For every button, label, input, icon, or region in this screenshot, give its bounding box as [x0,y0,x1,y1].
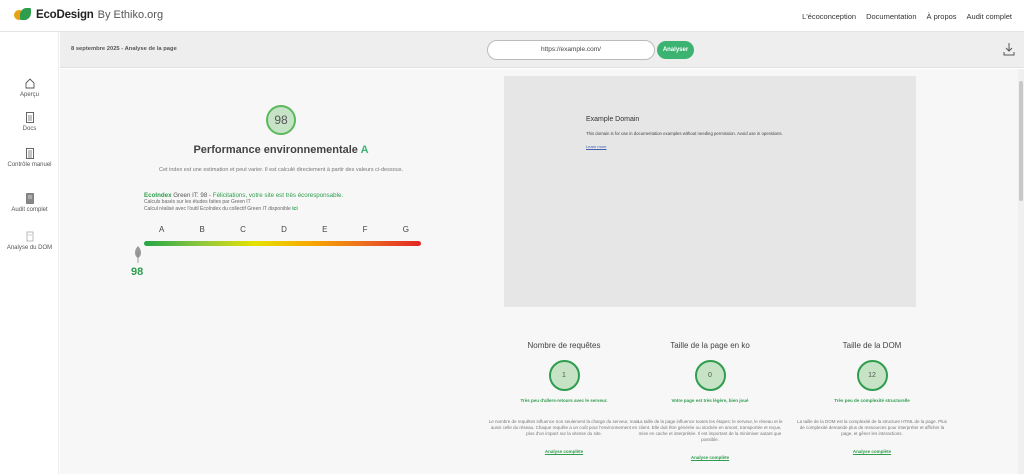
performance-title-text: Performance environnementale [193,144,358,156]
leaf-logo-icon [14,8,31,22]
sidebar-item-controle-manuel[interactable]: Contrôle manuel [0,148,59,169]
top-nav: L'écoconception Documentation À propos A… [802,12,1012,21]
scrollbar[interactable] [1018,69,1024,474]
sidebar-item-label: Docs [22,126,37,132]
grade-letter: G [402,225,409,234]
grade-letter: A [159,225,165,234]
metric-full-analysis-link[interactable]: Analyse complète [793,449,951,454]
brand-logo[interactable]: EcoDesign By Ethiko.org [14,8,163,22]
grade-letter: E [322,225,328,234]
metric-verdict: Très peu d'allers-retours avec le serveu… [520,398,608,403]
metric-full-analysis-link[interactable]: Analyse complète [631,455,789,460]
sidebar-item-docs[interactable]: Docs [0,112,59,133]
sidebar-item-label: Audit complet [11,207,48,213]
metric-title: Taille de la page en ko [670,341,750,350]
nav-ecoconception[interactable]: L'écoconception [802,12,856,21]
sidebar-item-apercu[interactable]: Aperçu [0,78,59,99]
metric-title: Taille de la DOM [842,341,902,350]
preview-title: Example Domain [586,116,640,123]
metric-requests: Nombre de requêtes 1 Très peu d'allers-r… [485,341,643,454]
grade-letter: D [281,225,287,234]
ecoindex-score-line: Green IT: 98 - [171,192,213,199]
home-icon [25,78,34,89]
main-content: 98 Performance environnementale A Cet in… [60,69,1024,474]
toolbar: 8 septembre 2025 - Analyse de la page ht… [60,32,1024,68]
grade-letter: F [362,225,368,234]
grade-scale-letters: A B C D E F G [144,225,424,234]
sidebar-item-audit-complet[interactable]: Audit complet [0,193,59,214]
metric-dom-size: Taille de la DOM 12 Très peu de complexi… [793,341,951,454]
metric-description: La taille de la DOM est la complexité de… [797,419,947,436]
metric-verdict: Votre page est très légère, bien joué [671,398,749,403]
audit-icon [25,193,34,204]
ecoindex-note-2: Calcul réalisé avec l'outil EcoIndex du … [144,206,293,212]
grade-letter: C [240,225,246,234]
document-icon [25,112,34,123]
marker-score: 98 [131,266,144,278]
metric-value: 1 [548,360,580,391]
analyse-button[interactable]: Analyser [657,41,694,59]
ecoindex-link[interactable]: ici [292,206,298,212]
page-preview: Example Domain This domain is for use in… [504,76,916,307]
metric-full-analysis-link[interactable]: Analyse complète [485,449,643,454]
ecoindex-label: EcoIndex [144,192,172,199]
performance-description: Cet index est une estimation et peut var… [159,167,403,173]
url-input[interactable]: https://example.com/ [487,40,655,60]
dom-icon [26,231,33,242]
brand-by: By Ethiko.org [97,9,164,21]
score-circle: 98 [266,105,296,135]
metric-value: 12 [856,360,888,391]
grade-gradient-bar [144,241,421,246]
nav-documentation[interactable]: Documentation [866,12,916,21]
grade-letter: B [199,225,205,234]
ecoindex-congrats: Félicitations, votre site est très écore… [212,192,344,199]
performance-grade: A [360,144,369,156]
performance-title: Performance environnementale A [60,144,502,156]
metric-page-size: Taille de la page en ko 0 Votre page est… [631,341,789,460]
metric-description: Le nombre de requêtes influence non seul… [488,419,640,436]
analysis-date: 8 septembre 2025 - Analyse de la page [71,46,177,52]
sidebar-item-label: Aperçu [19,92,39,98]
metric-title: Nombre de requêtes [527,341,601,350]
sidebar-item-analyse-dom[interactable]: Analyse du DOM [0,231,59,252]
checklist-icon [25,148,34,159]
sidebar: Aperçu Docs Contrôle manuel Audit comple… [0,32,59,474]
sidebar-item-label: Analyse du DOM [6,245,53,251]
preview-link[interactable]: Learn more [586,144,606,149]
metric-value: 0 [694,360,726,391]
nav-audit-complet[interactable]: Audit complet [967,12,1012,21]
nav-a-propos[interactable]: À propos [927,12,957,21]
leaf-marker-icon [135,246,141,263]
ecoindex-info: EcoIndex Green IT: 98 - Félicitations, v… [144,192,444,213]
sidebar-item-label: Contrôle manuel [7,162,52,168]
metric-verdict: Très peu de complexité structurelle [834,398,910,403]
scrollbar-thumb[interactable] [1019,81,1023,201]
metric-description: La taille de la page influence toutes le… [637,419,783,442]
top-bar: EcoDesign By Ethiko.org L'écoconception … [0,0,1024,32]
ecoindex-note-1: Calculs basés sur les études faites par … [144,199,251,205]
preview-text: This domain is for use in documentation … [586,131,783,136]
download-icon[interactable] [1003,42,1015,56]
brand-name: EcoDesign [36,9,94,21]
